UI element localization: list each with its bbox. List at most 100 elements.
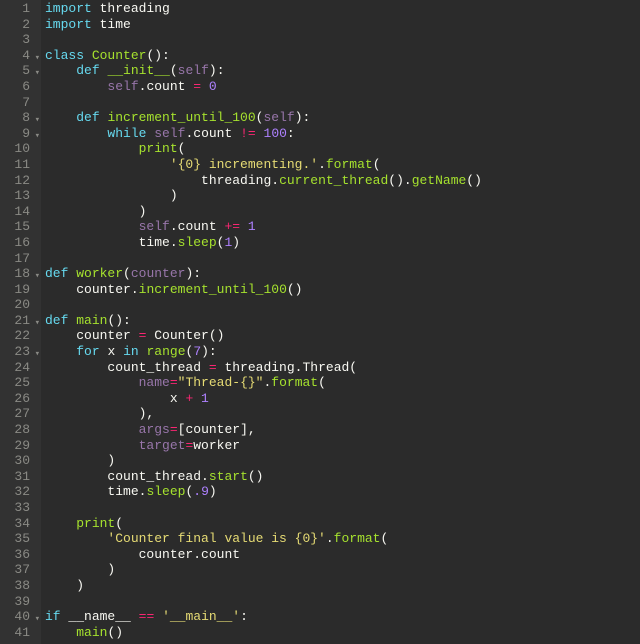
keyword-while: while (107, 126, 146, 141)
op-assign: = (201, 360, 224, 375)
string-literal: 'Counter final value is {0}' (107, 531, 325, 546)
line-number[interactable]: 11 (0, 157, 41, 173)
builtin-print: print (76, 516, 115, 531)
attr: count (201, 547, 240, 562)
line-number[interactable]: 17 (0, 251, 41, 267)
line-number[interactable]: 15 (0, 219, 41, 235)
keyword-in: in (123, 344, 139, 359)
class-ref: Counter (154, 328, 209, 343)
line-number[interactable]: 28 (0, 422, 41, 438)
line-number[interactable]: 10 (0, 141, 41, 157)
line-number[interactable]: 12 (0, 173, 41, 189)
op-assign: = (131, 328, 154, 343)
line-number[interactable]: 9▾ (0, 126, 41, 142)
line-number[interactable]: 2 (0, 17, 41, 33)
line-number[interactable]: 34 (0, 516, 41, 532)
line-number[interactable]: 31 (0, 469, 41, 485)
line-number[interactable]: 19 (0, 282, 41, 298)
var: counter (76, 282, 131, 297)
kwarg: args (139, 422, 170, 437)
line-number-gutter[interactable]: 1234▾5▾678▾9▾101112131415161718▾192021▾2… (0, 0, 41, 644)
string-literal: "Thread-{}" (178, 375, 264, 390)
line-number[interactable]: 18▾ (0, 266, 41, 282)
method: current_thread (279, 173, 388, 188)
number: .9 (193, 484, 209, 499)
line-number[interactable]: 8▾ (0, 110, 41, 126)
ref-self: self (107, 79, 138, 94)
arg: counter (131, 266, 186, 281)
function-name: __init__ (107, 63, 169, 78)
line-number[interactable]: 32 (0, 484, 41, 500)
line-number[interactable]: 26 (0, 391, 41, 407)
line-number[interactable]: 3 (0, 32, 41, 48)
line-number[interactable]: 38 (0, 578, 41, 594)
line-number[interactable]: 41 (0, 625, 41, 641)
line-number[interactable]: 23▾ (0, 344, 41, 360)
line-number[interactable]: 16 (0, 235, 41, 251)
line-number[interactable]: 1 (0, 1, 41, 17)
line-number[interactable]: 20 (0, 297, 41, 313)
line-number[interactable]: 40▾ (0, 609, 41, 625)
module-ref: threading (201, 173, 271, 188)
line-number[interactable]: 30 (0, 453, 41, 469)
line-number[interactable]: 14 (0, 204, 41, 220)
arg-self: self (178, 63, 209, 78)
builtin-range: range (146, 344, 185, 359)
line-number[interactable]: 6 (0, 79, 41, 95)
kwarg: target (139, 438, 186, 453)
keyword-def: def (45, 266, 68, 281)
func-call: main (76, 625, 107, 640)
keyword-def: def (76, 110, 99, 125)
line-number[interactable]: 21▾ (0, 313, 41, 329)
function-name: main (76, 313, 107, 328)
line-number[interactable]: 37 (0, 562, 41, 578)
code-editor: 1234▾5▾678▾9▾101112131415161718▾192021▾2… (0, 0, 640, 644)
number: 100 (264, 126, 287, 141)
line-number[interactable]: 24 (0, 360, 41, 376)
number: 1 (248, 219, 256, 234)
line-number[interactable]: 27 (0, 406, 41, 422)
func-ref: worker (193, 438, 240, 453)
line-number[interactable]: 22 (0, 328, 41, 344)
op-eq: == (131, 609, 162, 624)
kwarg: name (139, 375, 170, 390)
method: increment_until_100 (139, 282, 287, 297)
keyword-class: class (45, 48, 84, 63)
line-number[interactable]: 39 (0, 594, 41, 610)
arg-self: self (263, 110, 294, 125)
function-name: worker (76, 266, 123, 281)
keyword-import: import (45, 17, 92, 32)
line-number[interactable]: 35 (0, 531, 41, 547)
method: getName (412, 173, 467, 188)
line-number[interactable]: 33 (0, 500, 41, 516)
line-number[interactable]: 36 (0, 547, 41, 563)
builtin-print: print (139, 141, 178, 156)
module-ref: threading (224, 360, 294, 375)
op-plus: + (178, 391, 201, 406)
keyword-def: def (76, 63, 99, 78)
line-number[interactable]: 29 (0, 438, 41, 454)
keyword-def: def (45, 313, 68, 328)
method-format: format (326, 157, 373, 172)
method: sleep (146, 484, 185, 499)
keyword-if: if (45, 609, 61, 624)
line-number[interactable]: 5▾ (0, 63, 41, 79)
ref-self: self (154, 126, 185, 141)
function-name: increment_until_100 (107, 110, 255, 125)
module-name: time (100, 17, 131, 32)
attr: count (178, 219, 217, 234)
line-number[interactable]: 13 (0, 188, 41, 204)
var: count_thread (107, 469, 201, 484)
attr: count (146, 79, 185, 94)
code-area[interactable]: import threading import time class Count… (41, 0, 640, 644)
var: counter (185, 422, 240, 437)
line-number[interactable]: 25 (0, 375, 41, 391)
keyword-import: import (45, 1, 92, 16)
number: 7 (193, 344, 201, 359)
string-literal: '{0} incrementing.' (170, 157, 318, 172)
method: start (209, 469, 248, 484)
line-number[interactable]: 4▾ (0, 48, 41, 64)
line-number[interactable]: 7 (0, 95, 41, 111)
attr: count (193, 126, 232, 141)
number: 0 (209, 79, 217, 94)
